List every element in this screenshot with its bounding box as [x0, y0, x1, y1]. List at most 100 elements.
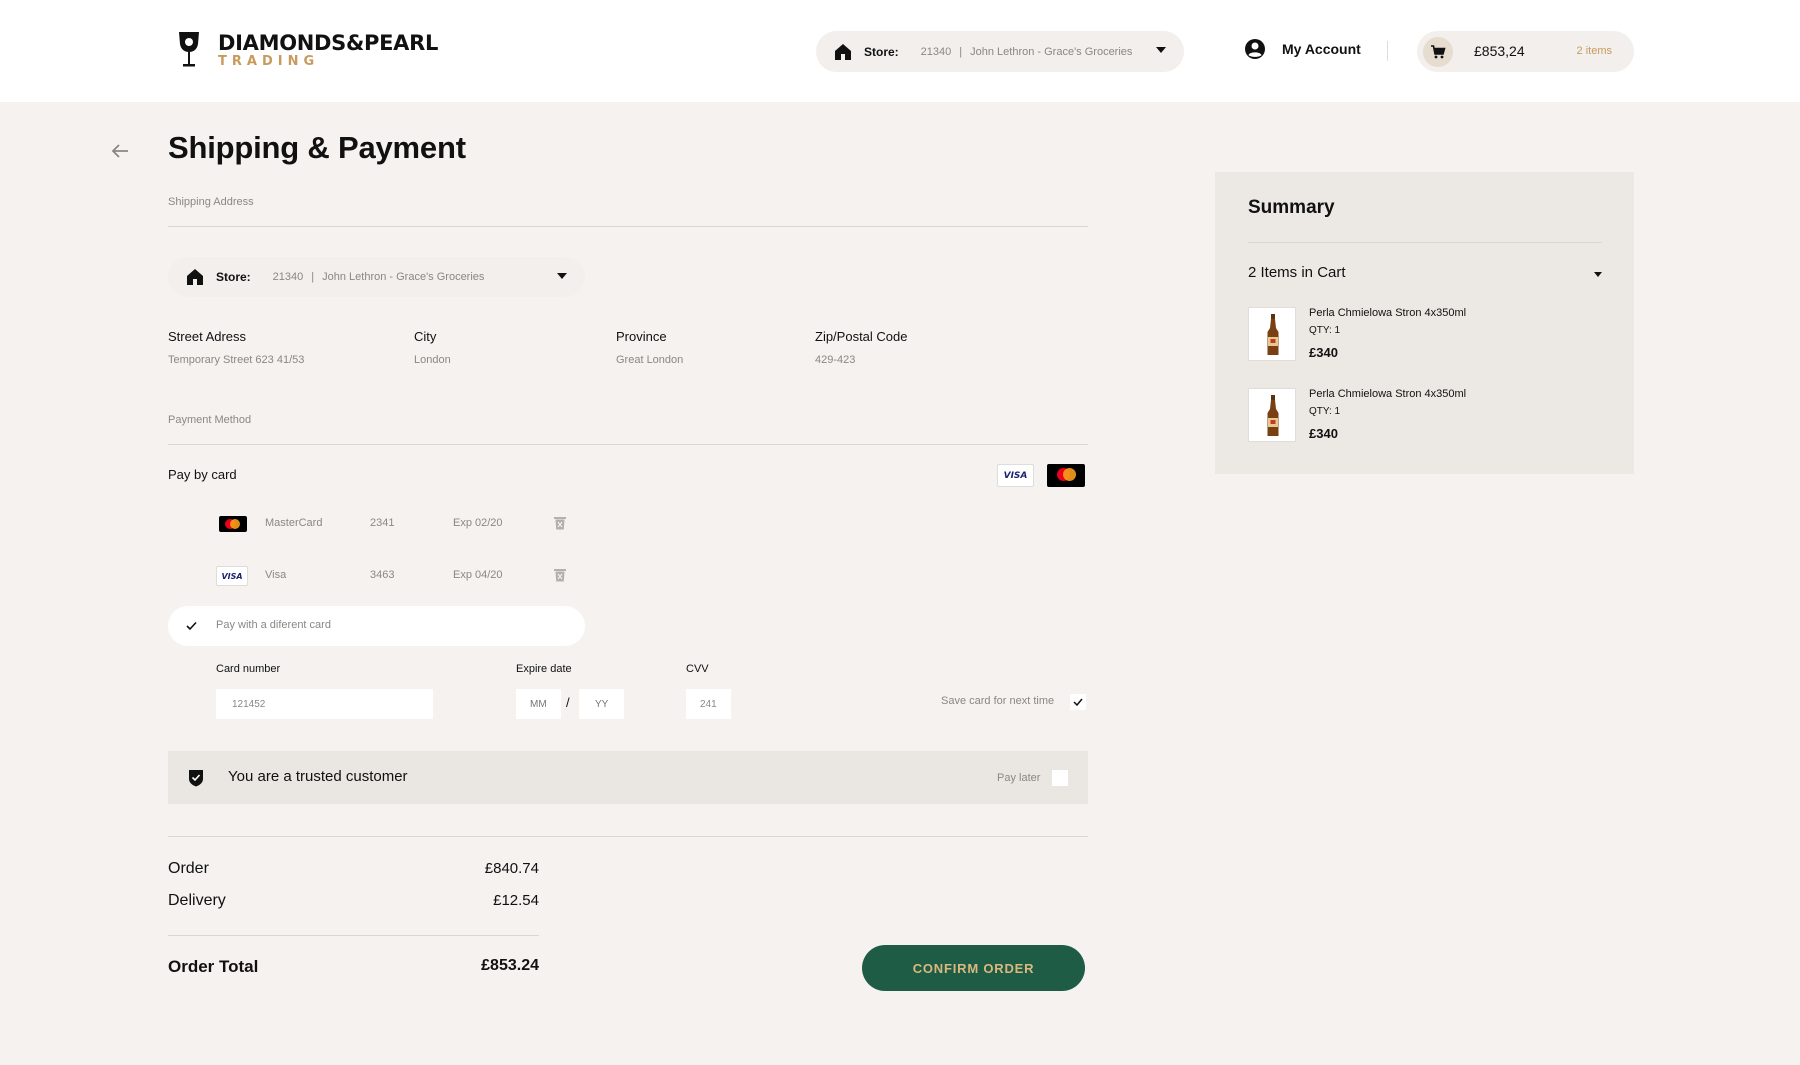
order-total-label: Order Total: [168, 957, 259, 976]
cart-product: Perla Chmielowa Stron 4x350ml QTY: 1 £34…: [1248, 307, 1588, 361]
visa-icon: VISA: [997, 464, 1034, 487]
check-icon: [1073, 698, 1083, 706]
zip-code-label: Zip/Postal Code: [815, 329, 908, 344]
my-account-label: My Account: [1282, 41, 1361, 57]
beer-bottle-icon: [1267, 395, 1279, 436]
zip-code-value: 429-423: [815, 354, 856, 366]
store-name: John Lethron - Grace's Groceries: [322, 271, 485, 283]
delivery-label: Delivery: [168, 892, 226, 909]
page-title: Shipping & Payment: [168, 130, 466, 165]
delivery-row: Delivery £12.54: [168, 892, 539, 910]
card-number-label: Card number: [216, 663, 281, 675]
trusted-customer-text: You are a trusted customer: [228, 768, 408, 785]
cart-product: Perla Chmielowa Stron 4x350ml QTY: 1 £34…: [1248, 388, 1588, 442]
top-header: DIAMONDS&PEARL TRADING Store: 21340 | Jo…: [0, 0, 1800, 102]
store-separator: |: [311, 271, 315, 283]
mastercard-icon: [1047, 464, 1085, 487]
province: Province Great London: [616, 329, 683, 366]
street-address-value: Temporary Street 623 41/53: [168, 354, 305, 366]
order-value: £840.74: [484, 860, 539, 877]
province-value: Great London: [616, 354, 684, 366]
card-last-digits: 2341: [370, 517, 395, 529]
pay-with-different-card-label: Pay with a diferent card: [216, 619, 331, 631]
shipping-store-selector[interactable]: Store: 21340 | John Lethron - Grace's Gr…: [168, 257, 585, 297]
street-address-label: Street Adress: [168, 329, 247, 344]
order-total-value: £853.24: [481, 957, 539, 974]
save-card-checkbox[interactable]: [1070, 694, 1086, 710]
product-qty: QTY: 1: [1309, 406, 1341, 417]
card-number-input[interactable]: [216, 689, 433, 719]
header-divider: [1387, 41, 1388, 61]
divider: [168, 444, 1088, 445]
cart-icon-wrap: [1423, 37, 1453, 67]
chevron-down-icon[interactable]: [1594, 272, 1602, 277]
pay-with-different-card-option[interactable]: Pay with a diferent card: [168, 606, 585, 646]
check-icon: [186, 621, 197, 631]
shield-check-icon: [189, 770, 203, 787]
pay-by-card-label: Pay by card: [168, 467, 237, 482]
pay-later-checkbox[interactable]: [1052, 770, 1068, 786]
shipping-address-label: Shipping Address: [168, 196, 254, 208]
store-number: 21340: [920, 45, 952, 58]
brand-tagline: TRADING: [218, 54, 320, 69]
summary-title: Summary: [1248, 197, 1335, 218]
delivery-value: £12.54: [493, 892, 539, 909]
saved-card-visa[interactable]: VISA Visa 3463 Exp 04/20: [216, 566, 576, 586]
cvv-input[interactable]: [686, 689, 731, 719]
divider: [168, 935, 539, 936]
save-card-label: Save card for next time: [941, 695, 1055, 707]
brand-glass-icon: [179, 32, 199, 67]
cart-icon: [1431, 45, 1446, 59]
store-number: 21340: [272, 271, 304, 283]
chevron-down-icon: [1156, 47, 1166, 53]
mastercard-icon: [219, 516, 247, 532]
home-icon: [187, 269, 203, 285]
brand-logo[interactable]: DIAMONDS&PEARL TRADING: [176, 30, 438, 70]
city: City London: [414, 329, 451, 366]
expire-month-input[interactable]: [516, 689, 561, 719]
store-name: John Lethron - Grace's Groceries: [970, 45, 1133, 58]
visa-icon: VISA: [216, 566, 248, 586]
product-thumbnail[interactable]: [1248, 388, 1296, 442]
cart-button[interactable]: £853,24 2 items: [1417, 31, 1634, 72]
divider: [168, 836, 1088, 837]
cvv-label: CVV: [686, 663, 709, 675]
trash-icon[interactable]: [554, 516, 566, 530]
order-label: Order: [168, 860, 209, 877]
order-subtotal-row: Order £840.74: [168, 860, 539, 878]
store-label: Store:: [864, 44, 899, 59]
card-expiry: Exp 04/20: [453, 569, 503, 581]
city-label: City: [414, 329, 437, 344]
chevron-down-icon: [557, 273, 567, 279]
store-separator: |: [959, 45, 963, 58]
confirm-order-button[interactable]: CONFIRM ORDER: [862, 945, 1085, 991]
product-name: Perla Chmielowa Stron 4x350ml: [1309, 307, 1467, 319]
product-qty: QTY: 1: [1309, 325, 1341, 336]
expire-year-input[interactable]: [579, 689, 624, 719]
card-type: Visa: [265, 569, 287, 581]
home-icon: [835, 43, 851, 60]
items-in-cart-toggle[interactable]: 2 Items in Cart: [1248, 264, 1346, 281]
account-icon: [1245, 39, 1265, 59]
card-type: MasterCard: [265, 517, 323, 529]
city-value: London: [414, 354, 451, 366]
order-summary-panel: Summary 2 Items in Cart Perla Chmielowa …: [1215, 172, 1634, 474]
product-thumbnail[interactable]: [1248, 307, 1296, 361]
cart-item-count: 2 items: [1576, 45, 1612, 57]
header-store-selector[interactable]: Store: 21340 | John Lethron - Grace's Gr…: [816, 31, 1184, 72]
product-price: £340: [1309, 426, 1338, 441]
trash-icon[interactable]: [554, 568, 566, 582]
expire-separator: /: [566, 695, 570, 710]
zip-code: Zip/Postal Code 429-423: [815, 329, 908, 366]
pay-later-label: Pay later: [997, 772, 1041, 784]
saved-card-mastercard[interactable]: MasterCard 2341 Exp 02/20: [216, 514, 576, 534]
my-account-link[interactable]: My Account: [1244, 38, 1361, 60]
store-label: Store:: [216, 270, 251, 284]
divider: [1248, 242, 1602, 243]
street-address: Street Adress Temporary Street 623 41/53: [168, 329, 304, 366]
divider: [168, 226, 1088, 227]
brand-name: DIAMONDS&PEARL: [218, 31, 439, 55]
back-arrow-icon[interactable]: [110, 142, 130, 160]
order-total-row: Order Total £853.24: [168, 957, 539, 977]
province-label: Province: [616, 329, 667, 344]
